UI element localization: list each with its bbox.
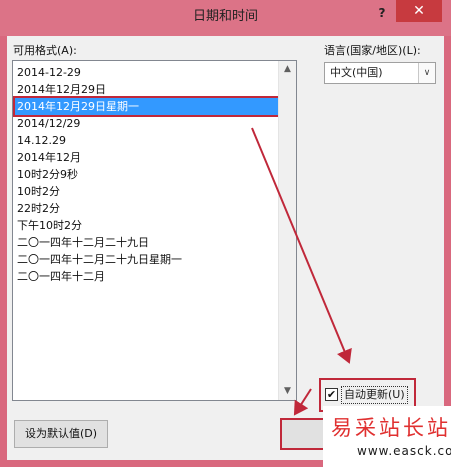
format-item[interactable]: 10时2分 xyxy=(17,183,60,200)
format-item[interactable]: 二〇一四年十二月二十九日星期一 xyxy=(17,251,182,268)
help-button[interactable]: ? xyxy=(374,4,390,22)
close-icon: ✕ xyxy=(413,3,425,19)
format-item[interactable]: 22时2分 xyxy=(17,200,60,217)
watermark-text: 易采站长站 xyxy=(331,416,451,440)
language-value: 中文(中国) xyxy=(330,66,383,79)
chevron-down-icon[interactable]: ∨ xyxy=(418,63,435,83)
format-item[interactable]: 10时2分9秒 xyxy=(17,166,78,183)
formats-label: 可用格式(A): xyxy=(13,44,77,57)
scroll-down-icon[interactable]: ▼ xyxy=(279,383,296,400)
watermark: 易采站长站 www.easck.com xyxy=(323,406,451,467)
format-item[interactable]: 2014年12月29日 xyxy=(17,81,106,98)
format-item[interactable]: 二〇一四年十二月 xyxy=(17,268,105,285)
format-item[interactable]: 2014-12-29 xyxy=(17,64,81,81)
language-label: 语言(国家/地区)(L): xyxy=(324,44,421,57)
language-select[interactable]: 中文(中国) ∨ xyxy=(324,62,436,84)
formats-listbox[interactable]: 2014-12-29 2014年12月29日 2014年12月29日星期一 2014/… xyxy=(12,60,297,401)
dialog-body: 可用格式(A): 2014-12-29 2014年12月29日 2014年12月29… xyxy=(7,36,444,460)
format-item-selected[interactable]: 2014年12月29日星期一 xyxy=(13,96,282,117)
format-item[interactable]: 14.12.29 xyxy=(17,132,66,149)
format-item[interactable]: 下午10时2分 xyxy=(17,217,82,234)
format-item[interactable]: 二〇一四年十二月二十九日 xyxy=(17,234,149,251)
set-default-button[interactable]: 设为默认值(D) xyxy=(14,420,108,448)
close-button[interactable]: ✕ xyxy=(396,0,442,22)
list-scrollbar[interactable]: ▲ ▼ xyxy=(278,61,296,400)
auto-update-label[interactable]: 自动更新(U) xyxy=(341,386,408,404)
format-item[interactable]: 2014年12月 xyxy=(17,149,81,166)
watermark-url: www.easck.com xyxy=(357,444,451,458)
auto-update-checkbox[interactable]: ✔ xyxy=(325,388,338,401)
check-icon: ✔ xyxy=(326,388,337,401)
scroll-up-icon[interactable]: ▲ xyxy=(279,61,296,78)
format-item[interactable]: 2014/12/29 xyxy=(17,115,80,132)
